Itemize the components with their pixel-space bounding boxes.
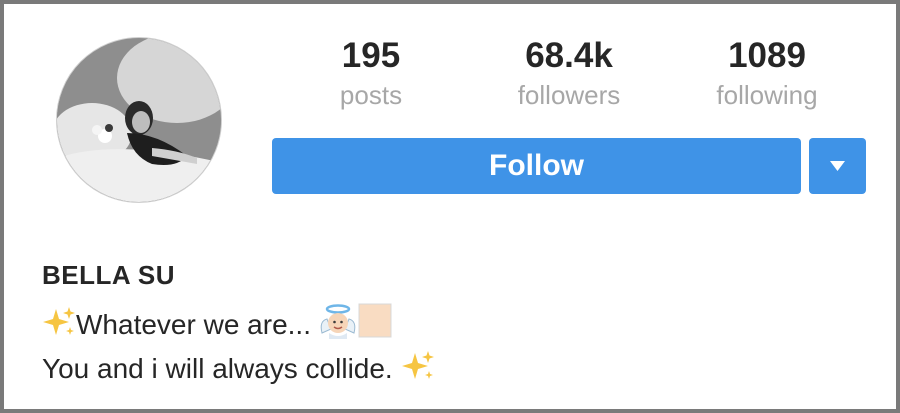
- sparkles-icon: [401, 349, 435, 390]
- stat-followers-count: 68.4k: [525, 36, 613, 75]
- stat-following-count: 1089: [728, 36, 806, 75]
- sparkles-icon: [42, 305, 76, 346]
- bio-line-2-text: You and i will always collide.: [42, 353, 401, 384]
- profile-photo-icon: [57, 38, 221, 202]
- profile-header-card: 195 posts 68.4k followers 1089 following…: [0, 0, 900, 413]
- stat-posts: 195 posts: [296, 34, 446, 112]
- bio-line-1-text: Whatever we are...: [76, 309, 319, 340]
- angel-emoji-icon: [319, 303, 357, 346]
- suggestions-dropdown-button[interactable]: [809, 138, 866, 194]
- follow-button[interactable]: Follow: [272, 138, 801, 194]
- avatar[interactable]: [56, 37, 222, 203]
- stat-posts-label: posts: [339, 80, 403, 110]
- triangle-down-icon: [830, 161, 845, 171]
- stat-followers[interactable]: 68.4k followers: [494, 34, 644, 112]
- stat-following[interactable]: 1089 following: [692, 34, 842, 112]
- stat-posts-count: 195: [341, 36, 401, 75]
- profile-name: BELLA SU: [42, 260, 176, 290]
- stat-followers-label: followers: [517, 80, 621, 110]
- bio-line: You and i will always collide.: [42, 349, 435, 390]
- bio-line: Whatever we are...: [42, 303, 393, 346]
- skin-tone-swatch-icon: [357, 303, 393, 346]
- stat-following-label: following: [716, 80, 818, 110]
